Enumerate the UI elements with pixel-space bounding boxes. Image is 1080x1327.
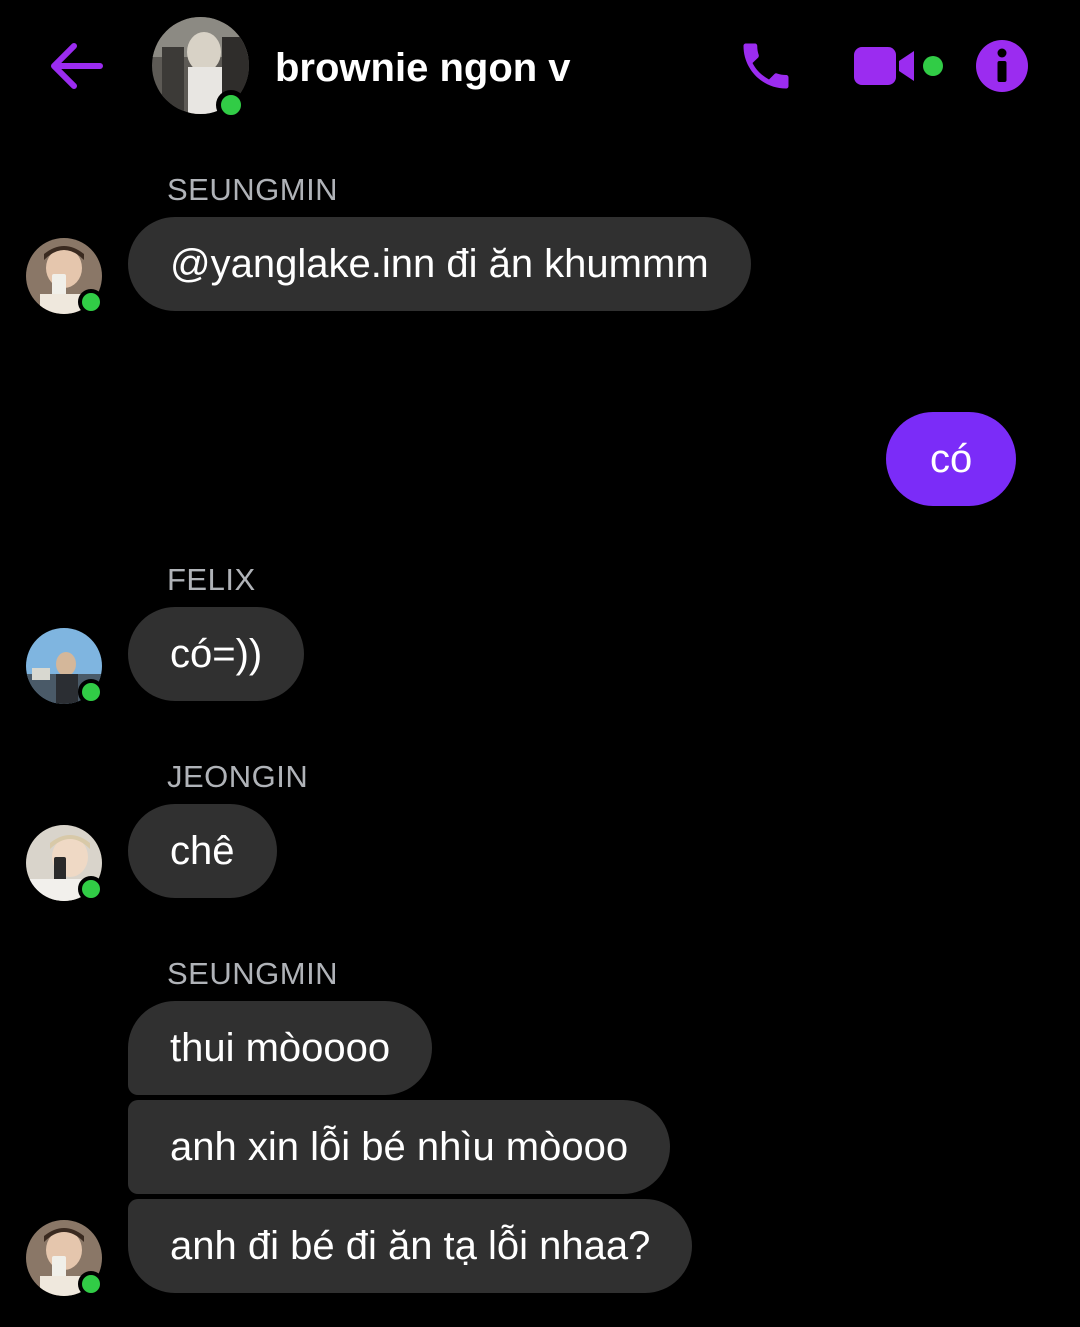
conversation-title[interactable]: brownie ngon v <box>275 44 571 92</box>
message-bubble[interactable]: có=)) <box>128 607 305 701</box>
message-bubble[interactable]: anh đi bé đi ăn tạ lỗi nhaa? <box>128 1199 693 1293</box>
voice-call-button[interactable] <box>736 36 796 96</box>
sender-name: JEONGIN <box>167 759 309 794</box>
conversation-header: brownie ngon v <box>0 0 1080 135</box>
my-message-bubble[interactable]: có <box>886 412 1017 506</box>
message-bubble[interactable]: chê <box>128 804 277 898</box>
video-camera-icon <box>854 47 914 85</box>
info-button[interactable] <box>974 38 1030 94</box>
sender-name: SEUNGMIN <box>167 956 339 991</box>
online-status-dot <box>78 679 104 705</box>
back-button[interactable] <box>46 38 106 94</box>
message-bubble[interactable]: @yanglake.inn đi ăn khummm <box>128 217 751 311</box>
phone-icon <box>743 43 789 89</box>
active-status-dot <box>923 56 943 76</box>
online-status-dot <box>78 876 104 902</box>
info-icon <box>976 40 1028 92</box>
online-status-dot <box>78 289 104 315</box>
sender-name: SEUNGMIN <box>167 172 339 207</box>
message-bubble[interactable]: thui mòoooo <box>128 1001 433 1095</box>
message-bubble[interactable]: anh xin lỗi bé nhìu mòooo <box>128 1100 671 1194</box>
video-call-button[interactable] <box>852 43 918 89</box>
online-status-dot <box>78 1271 104 1297</box>
sender-name: FELIX <box>167 562 256 597</box>
arrow-left-icon <box>51 43 103 89</box>
online-status-dot <box>216 90 246 120</box>
